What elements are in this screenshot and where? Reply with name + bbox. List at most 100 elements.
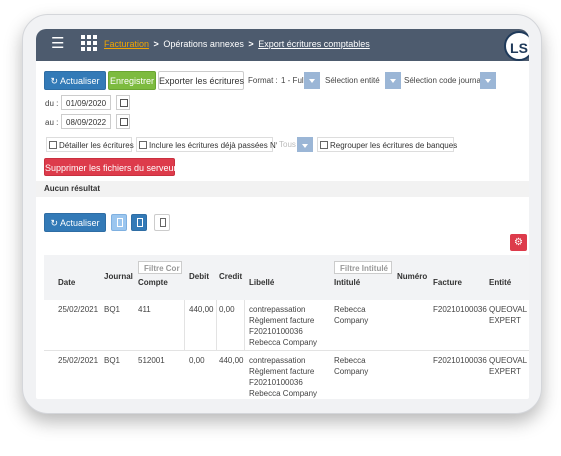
col-compte[interactable]: Compte <box>138 278 168 287</box>
libelle-line: contrepassation <box>249 305 306 314</box>
cell-debit: 0,00 <box>189 356 205 365</box>
include-entries-checkbox[interactable]: Inclure les écritures déjà passées N° <box>136 137 279 152</box>
cell-compte: 411 <box>138 305 151 314</box>
date-from-label: du : <box>45 99 59 108</box>
refresh-button-label: Actualiser <box>60 76 100 86</box>
refresh-icon: ↻ <box>50 76 58 86</box>
user-avatar[interactable]: LS <box>504 31 529 61</box>
app-screen: ☰ Facturation > Opérations annexes > Exp… <box>36 29 529 399</box>
journal-code-select[interactable]: Sélection code journal <box>402 72 480 89</box>
filter-compte-input[interactable]: Filtre Cor <box>138 261 182 274</box>
entity-chevron-down-icon[interactable] <box>385 72 401 89</box>
export-button[interactable]: Exporter les écritures <box>158 71 244 90</box>
breadcrumb-facturation-link[interactable]: Facturation <box>104 39 149 49</box>
breadcrumb-export-link[interactable]: Export écritures comptables <box>258 39 370 49</box>
libelle-line: Rebecca Company <box>249 338 318 347</box>
col-journal[interactable]: Journal <box>104 272 133 281</box>
date-from-input[interactable]: 01/09/2020 <box>61 95 111 110</box>
delete-server-files-button[interactable]: Supprimer les fichiers du serveur <box>44 158 177 176</box>
cell-entite: QUEOVAL EXPERT <box>489 304 527 326</box>
col-libelle[interactable]: Libellé <box>249 278 274 287</box>
format-label: Format : <box>248 76 278 85</box>
col-facture[interactable]: Facture <box>433 278 462 287</box>
export-csv-button[interactable] <box>111 214 127 231</box>
group-bank-entries-checkbox[interactable]: Regrouper les écritures de banques <box>317 137 458 152</box>
save-button[interactable]: Enregistrer <box>108 71 156 90</box>
journal-chevron-down-icon[interactable] <box>480 72 496 89</box>
cell-debit: 440,00 <box>189 305 214 314</box>
table-row[interactable]: 25/02/2021 BQ1 512001 0,00 440,00 contre… <box>44 351 529 399</box>
detail-entries-checkbox[interactable]: Détailler les écritures <box>46 137 134 152</box>
grid-refresh-label: Actualiser <box>60 218 100 228</box>
cell-journal: BQ1 <box>104 305 121 314</box>
cell-compte: 512001 <box>138 356 165 365</box>
include-entries-label: Inclure les écritures déjà passées N° <box>149 141 279 150</box>
export-excel-button[interactable] <box>131 214 147 231</box>
format-select[interactable]: 1 - Full <box>278 72 307 89</box>
cell-libelle: contrepassation Règlement facture F20210… <box>249 304 317 348</box>
cell-libelle: contrepassation Règlement facture F20210… <box>249 355 317 399</box>
excel-file-icon <box>137 218 143 227</box>
entite-line: EXPERT <box>489 316 521 325</box>
column-divider <box>184 300 185 350</box>
breadcrumb: Facturation > Opérations annexes > Expor… <box>104 39 370 49</box>
breadcrumb-operations-annexes: Opérations annexes <box>163 39 244 49</box>
col-numero[interactable]: Numéro <box>397 272 427 281</box>
calendar-icon[interactable] <box>116 95 130 110</box>
refresh-button[interactable]: ↻ Actualiser <box>44 71 106 90</box>
pdf-file-icon <box>160 218 166 227</box>
intitule-line: Company <box>334 316 369 325</box>
col-intitule[interactable]: Intitulé <box>334 278 360 287</box>
grid-refresh-button[interactable]: ↻ Actualiser <box>44 213 106 232</box>
status-message: Aucun résultat <box>36 181 529 197</box>
detail-entries-label: Détailler les écritures <box>59 141 134 150</box>
cell-date: 25/02/2021 <box>58 356 99 365</box>
checkbox-icon <box>49 141 57 149</box>
hamburger-menu-icon[interactable]: ☰ <box>51 36 64 52</box>
entite-line: QUEOVAL <box>489 356 528 365</box>
col-credit[interactable]: Credit <box>219 272 242 281</box>
col-entite[interactable]: Entité <box>489 278 511 287</box>
column-divider <box>244 300 245 350</box>
cell-credit: 440,00 <box>219 356 244 365</box>
col-date[interactable]: Date <box>58 278 75 287</box>
include-chevron-down-icon[interactable] <box>297 137 313 152</box>
libelle-line: Rebecca Company <box>249 389 318 398</box>
breadcrumb-separator: > <box>153 39 159 49</box>
settings-gear-icon[interactable]: ⚙ <box>510 234 527 251</box>
checkbox-icon <box>139 141 147 149</box>
date-to-input[interactable]: 08/09/2022 <box>61 114 111 129</box>
entite-line: QUEOVAL <box>489 305 528 314</box>
export-pdf-button[interactable] <box>154 214 170 231</box>
libelle-line: F20210100036 <box>249 378 303 387</box>
date-to-label: au : <box>45 118 59 127</box>
entity-select[interactable]: Sélection entité <box>322 72 385 89</box>
filter-intitule-input[interactable]: Filtre Intitulé <box>334 261 392 274</box>
cell-credit: 0,00 <box>219 305 235 314</box>
libelle-line: Règlement facture <box>249 367 315 376</box>
cell-intitule: Rebecca Company <box>334 355 368 377</box>
apps-grid-icon[interactable] <box>81 35 98 51</box>
libelle-line: F20210100036 <box>249 327 303 336</box>
table-header: Date Journal Filtre Cor Compte Debit Cre… <box>44 255 529 300</box>
format-chevron-down-icon[interactable] <box>304 72 320 89</box>
breadcrumb-separator: > <box>248 39 254 49</box>
csv-file-icon <box>117 218 123 227</box>
entite-line: EXPERT <box>489 367 521 376</box>
column-divider <box>216 300 217 350</box>
calendar-icon[interactable] <box>116 114 130 129</box>
top-navbar: ☰ Facturation > Opérations annexes > Exp… <box>36 29 529 61</box>
group-bank-entries-label: Regrouper les écritures de banques <box>330 141 458 150</box>
cell-journal: BQ1 <box>104 356 121 365</box>
checkbox-icon <box>320 141 328 149</box>
intitule-line: Rebecca <box>334 356 366 365</box>
col-debit[interactable]: Debit <box>189 272 209 281</box>
refresh-icon: ↻ <box>50 218 58 228</box>
libelle-line: contrepassation <box>249 356 306 365</box>
cell-facture: F20210100036 <box>433 305 487 314</box>
include-number-select[interactable]: Tous <box>277 137 299 152</box>
intitule-line: Rebecca <box>334 305 366 314</box>
table-row[interactable]: 25/02/2021 BQ1 411 440,00 0,00 contrepas… <box>44 300 529 351</box>
cell-date: 25/02/2021 <box>58 305 99 314</box>
intitule-line: Company <box>334 367 369 376</box>
